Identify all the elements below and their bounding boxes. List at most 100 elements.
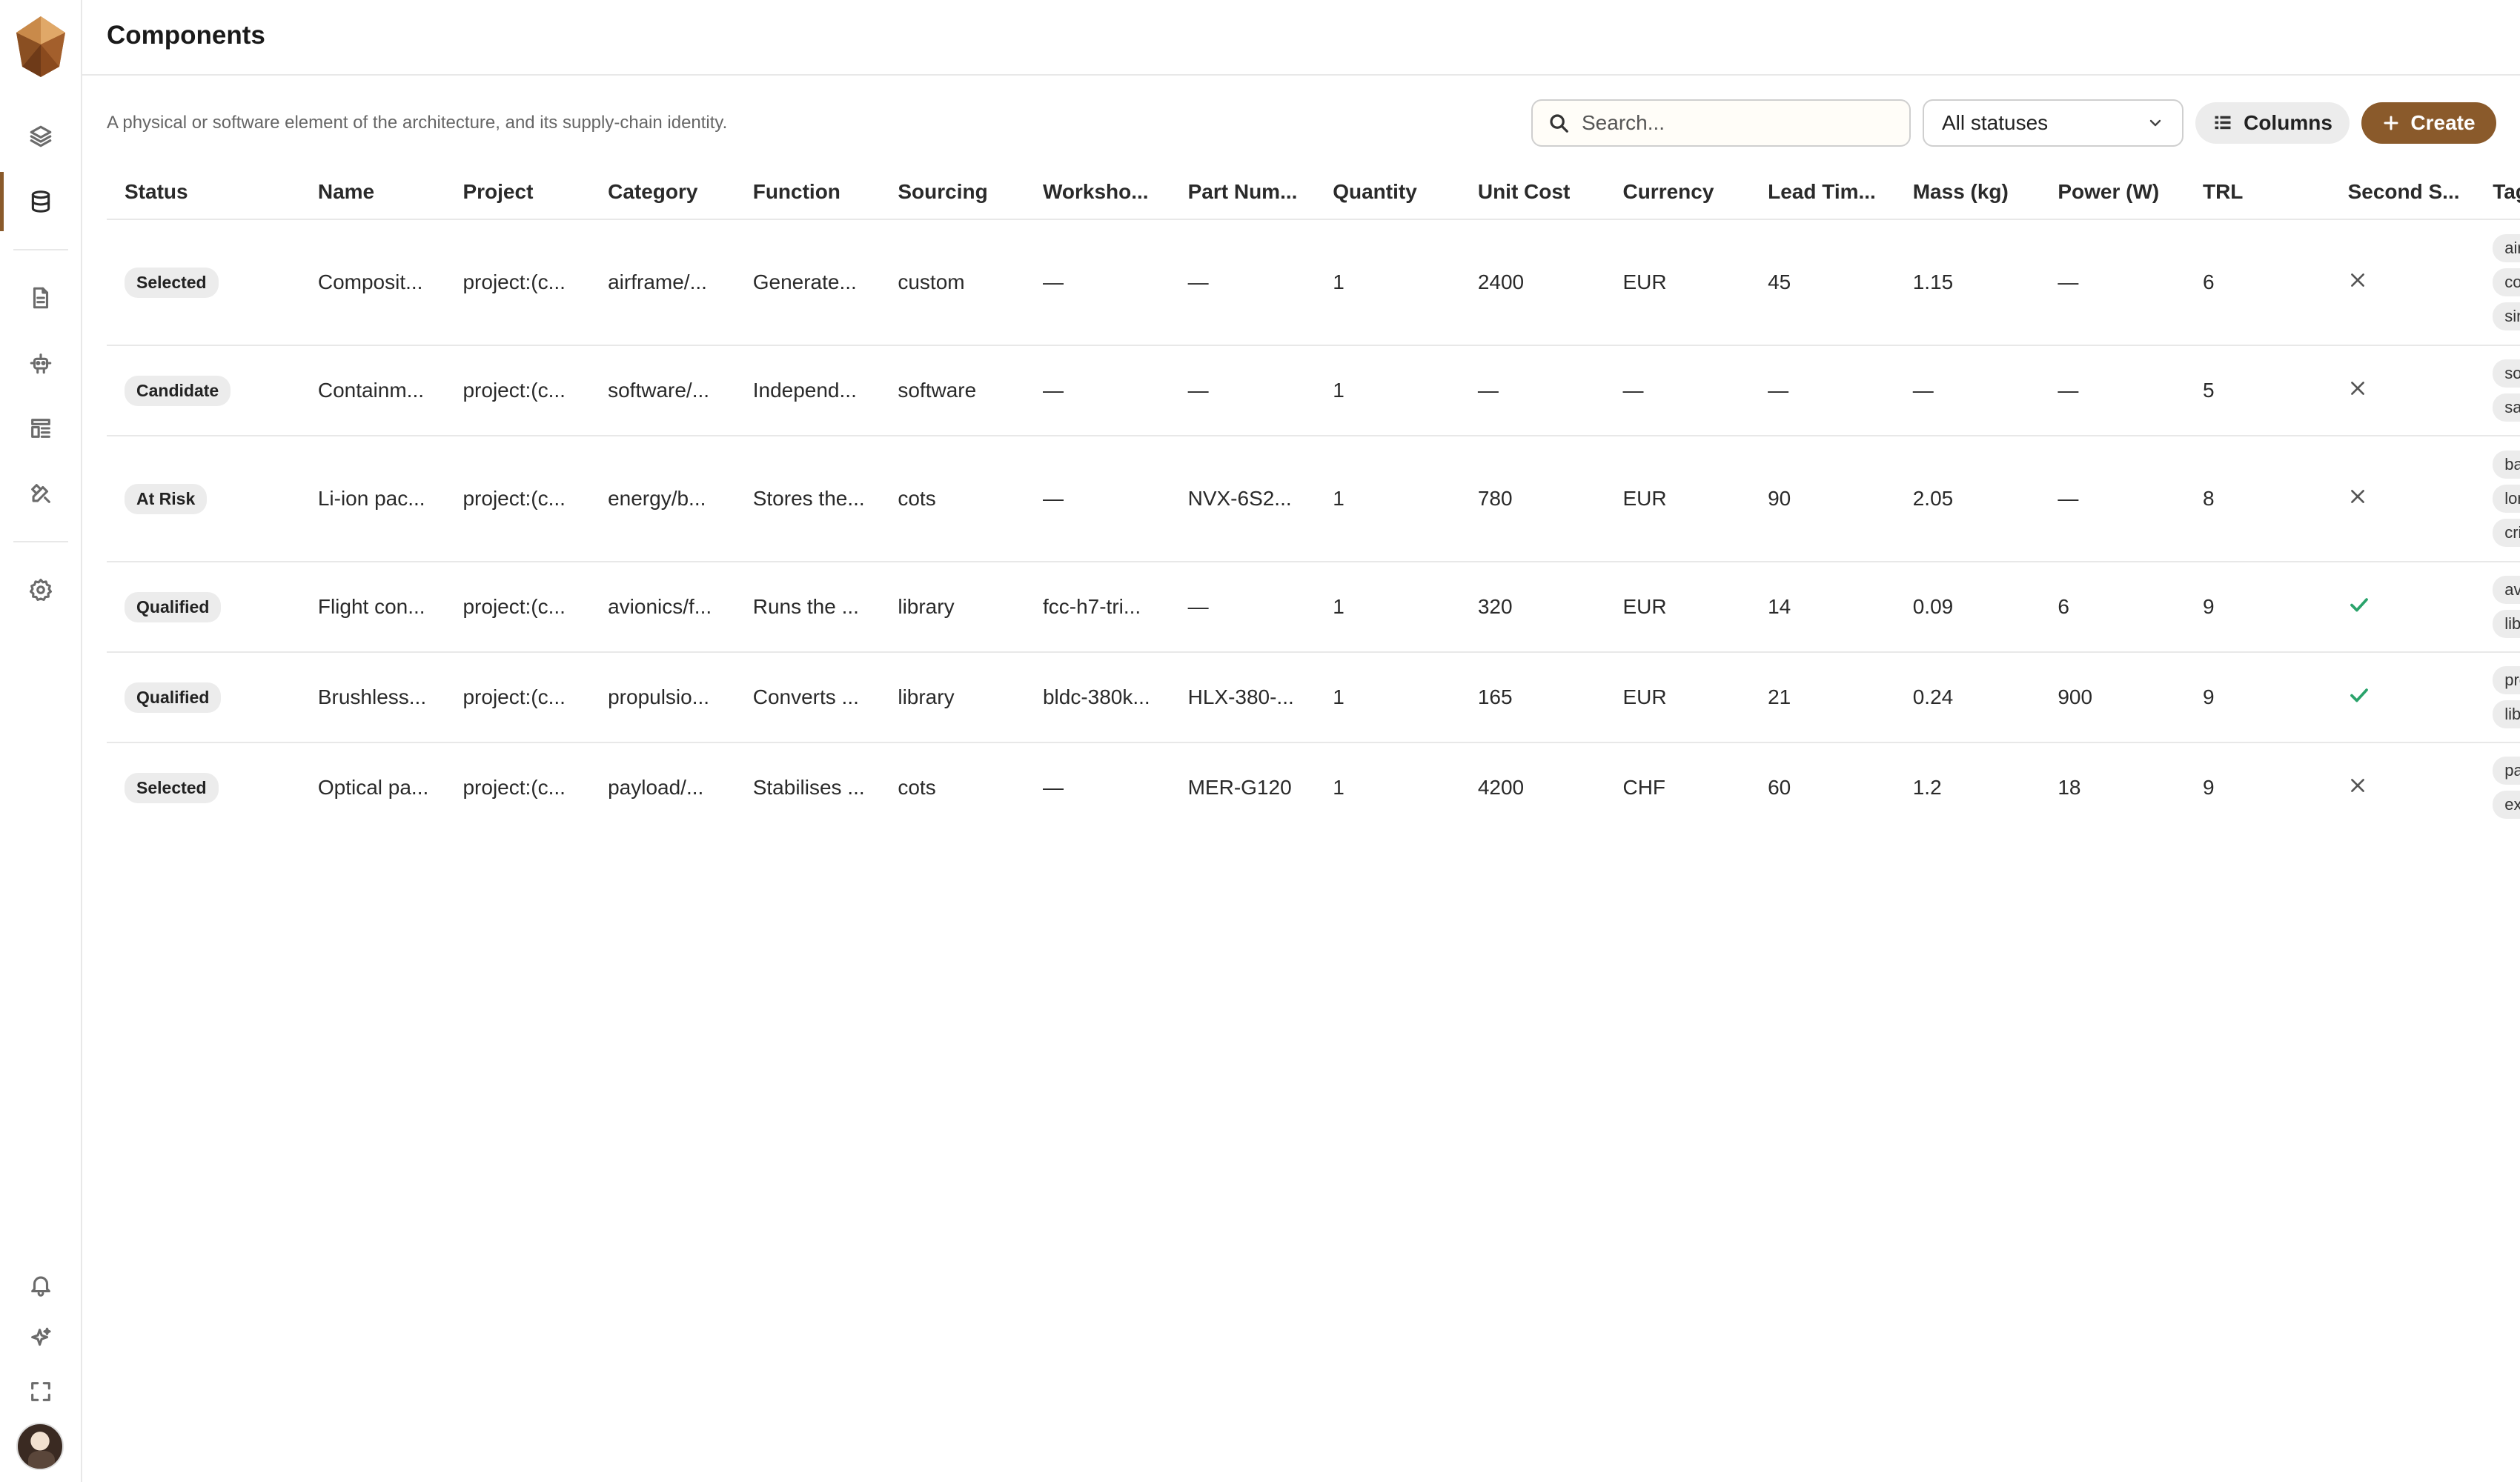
column-header-unit-cost[interactable]: Unit Cost <box>1459 165 1605 220</box>
tag-chip[interactable]: expc <box>2493 791 2520 819</box>
column-header-tags[interactable]: Tags <box>2475 165 2520 220</box>
column-header-category[interactable]: Category <box>590 165 735 220</box>
cell-status: Qualified <box>107 652 300 743</box>
cell-name: Optical pa... <box>299 742 445 831</box>
sidebar-item-layouts[interactable] <box>0 399 81 458</box>
cell-quantity: 1 <box>1315 652 1460 743</box>
table-body: Selected Composit... project:(c... airframe… <box>107 219 2520 831</box>
cell-mass: 1.15 <box>1894 219 2040 346</box>
cell-quantity: 1 <box>1315 219 1460 346</box>
layers-icon <box>30 125 51 147</box>
tag-chip[interactable]: safet <box>2493 393 2520 422</box>
column-header-status[interactable]: Status <box>107 165 300 220</box>
create-button-label: Create <box>2410 111 2476 134</box>
cell-trl: 5 <box>2184 345 2330 436</box>
tag-list: payl expc <box>2493 757 2520 819</box>
cell-workshop: — <box>1024 345 1170 436</box>
cell-currency: EUR <box>1605 219 1751 346</box>
cell-function: Stores the... <box>735 436 881 562</box>
cell-category: software/... <box>590 345 735 436</box>
table-row[interactable]: Qualified Brushless... project:(c... propul… <box>107 652 2520 743</box>
sidebar-item-settings[interactable] <box>0 560 81 619</box>
column-header-quantity[interactable]: Quantity <box>1315 165 1460 220</box>
column-header-workshop[interactable]: Worksho... <box>1024 165 1170 220</box>
create-button[interactable]: Create <box>2361 102 2496 144</box>
tag-chip[interactable]: avior <box>2493 576 2520 604</box>
column-header-sourcing[interactable]: Sourcing <box>880 165 1025 220</box>
sidebar-item-assistant[interactable] <box>0 1309 81 1368</box>
cell-part-number: — <box>1170 345 1316 436</box>
search-input[interactable] <box>1582 111 1893 135</box>
column-header-power[interactable]: Power (W) <box>2040 165 2185 220</box>
cell-second-source <box>2330 219 2476 346</box>
cell-second-source <box>2330 562 2476 653</box>
columns-button[interactable]: Columns <box>2195 102 2350 144</box>
cell-currency: EUR <box>1605 562 1751 653</box>
tag-chip[interactable]: batte <box>2493 451 2520 479</box>
table-row[interactable]: Candidate Containm... project:(c... softwar… <box>107 345 2520 436</box>
table-row[interactable]: Selected Optical pa... project:(c... payloa… <box>107 742 2520 831</box>
cell-second-source <box>2330 742 2476 831</box>
tag-chip[interactable]: com <box>2493 268 2520 296</box>
tag-chip[interactable]: softw <box>2493 359 2520 388</box>
cell-unit-cost: — <box>1459 345 1605 436</box>
tag-chip[interactable]: payl <box>2493 757 2520 785</box>
cell-power: 900 <box>2040 652 2185 743</box>
sidebar-item-layers[interactable] <box>0 107 81 166</box>
cell-sourcing: library <box>880 652 1025 743</box>
cell-tags: avior libra <box>2475 562 2520 653</box>
cell-tags: prop libra <box>2475 652 2520 743</box>
column-header-mass[interactable]: Mass (kg) <box>1894 165 2040 220</box>
tag-chip[interactable]: libra <box>2493 610 2520 638</box>
avatar[interactable] <box>16 1423 64 1470</box>
sidebar-item-documents[interactable] <box>0 268 81 328</box>
cell-currency: EUR <box>1605 652 1751 743</box>
document-icon <box>33 287 48 309</box>
sparkle-icon <box>30 1327 51 1346</box>
cell-mass: 0.09 <box>1894 562 2040 653</box>
status-badge: At Risk <box>125 483 208 514</box>
cell-unit-cost: 4200 <box>1459 742 1605 831</box>
tag-list: softw safet <box>2493 359 2520 422</box>
search-box[interactable] <box>1531 99 1911 147</box>
status-badge: Qualified <box>125 591 222 622</box>
table-row[interactable]: At Risk Li-ion pac... project:(c... energy/… <box>107 436 2520 562</box>
cell-currency: CHF <box>1605 742 1751 831</box>
table-row[interactable]: Qualified Flight con... project:(c... avion… <box>107 562 2520 653</box>
tag-chip[interactable]: libra <box>2493 700 2520 728</box>
column-header-second-source[interactable]: Second S... <box>2330 165 2476 220</box>
column-header-lead-time[interactable]: Lead Tim... <box>1750 165 1895 220</box>
status-filter-select[interactable]: All statuses <box>1923 99 2184 147</box>
components-table: Status Name Project Category Function Sourcin… <box>107 165 2520 831</box>
sidebar-item-tools[interactable] <box>0 464 81 523</box>
tag-list: avior libra <box>2493 576 2520 638</box>
sidebar-item-components[interactable] <box>0 172 81 231</box>
cell-status: Qualified <box>107 562 300 653</box>
cell-lead-time: 14 <box>1750 562 1895 653</box>
column-header-currency[interactable]: Currency <box>1605 165 1751 220</box>
cell-power: — <box>2040 219 2185 346</box>
cell-category: avionics/f... <box>590 562 735 653</box>
column-header-trl[interactable]: TRL <box>2184 165 2330 220</box>
cell-mass: 1.2 <box>1894 742 2040 831</box>
sidebar-item-fullscreen[interactable] <box>0 1362 81 1421</box>
column-header-name[interactable]: Name <box>299 165 445 220</box>
tag-chip[interactable]: long <box>2493 485 2520 513</box>
column-header-project[interactable]: Project <box>445 165 591 220</box>
table-row[interactable]: Selected Composit... project:(c... airframe… <box>107 219 2520 346</box>
tag-chip[interactable]: prop <box>2493 666 2520 694</box>
app-logo[interactable] <box>13 15 68 79</box>
cell-workshop: bldc-380k... <box>1024 652 1170 743</box>
cell-power: — <box>2040 436 2185 562</box>
tag-chip[interactable]: sing <box>2493 302 2520 330</box>
columns-icon <box>2215 116 2231 130</box>
tag-list: prop libra <box>2493 666 2520 728</box>
column-header-part-number[interactable]: Part Num... <box>1170 165 1316 220</box>
tag-chip[interactable]: airfra <box>2493 234 2520 262</box>
tag-chip[interactable]: critic <box>2493 519 2520 547</box>
sidebar-item-agents[interactable] <box>0 333 81 393</box>
sidebar-item-notifications[interactable] <box>0 1255 81 1315</box>
column-header-function[interactable]: Function <box>735 165 881 220</box>
cell-workshop: — <box>1024 742 1170 831</box>
cell-power: 18 <box>2040 742 2185 831</box>
